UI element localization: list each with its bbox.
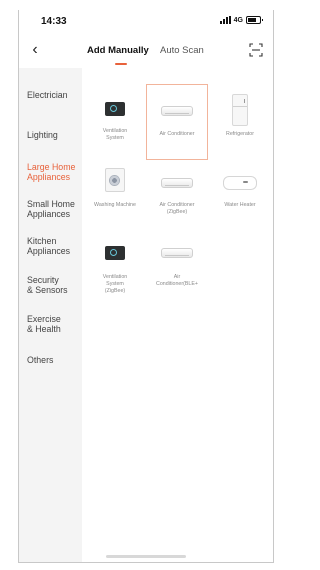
device-label: Water Heater	[224, 202, 256, 208]
sidebar-item-exercise-health[interactable]: Exercise & Health	[27, 314, 82, 334]
status-time: 14:33	[41, 16, 67, 27]
air-conditioner-icon	[161, 106, 193, 116]
device-washing-machine[interactable]: Washing Machine	[84, 164, 146, 224]
tab-auto-scan[interactable]: Auto Scan	[160, 45, 204, 56]
device-refrigerator[interactable]: Refrigerator	[209, 84, 271, 160]
sidebar-item-electrician[interactable]: Electrician	[27, 90, 82, 100]
scan-frame-icon[interactable]	[249, 43, 263, 57]
device-card	[84, 84, 146, 160]
phone-screen: 14:33 4G ‹ Add Manually Auto Scan Electr…	[18, 10, 274, 563]
header: ‹ Add Manually Auto Scan	[19, 34, 273, 68]
sidebar-item-large-home-appliances[interactable]: Large Home Appliances	[27, 162, 82, 182]
device-ventilation-system-zigbee[interactable]: Ventilation System (ZigBee)	[84, 238, 146, 308]
network-label: 4G	[233, 16, 243, 24]
device-label: Air Conditioner (ZigBee)	[159, 202, 195, 215]
device-grid: Ventilation System Air Conditioner Refri…	[82, 68, 273, 562]
category-sidebar: Electrician Lighting Large Home Applianc…	[19, 68, 82, 562]
status-bar: 14:33 4G	[19, 10, 273, 34]
sidebar-item-kitchen-appliances[interactable]: Kitchen Appliances	[27, 236, 82, 256]
device-card-selected	[146, 84, 208, 160]
sidebar-item-security-sensors[interactable]: Security & Sensors	[27, 275, 82, 295]
air-conditioner-icon	[161, 248, 193, 258]
sidebar-item-lighting[interactable]: Lighting	[27, 130, 82, 140]
refrigerator-icon	[232, 94, 248, 126]
device-water-heater[interactable]: Water Heater	[209, 164, 271, 224]
home-indicator[interactable]	[106, 555, 186, 558]
air-conditioner-icon	[161, 178, 193, 188]
device-label: Air Conditioner(BLE+	[156, 274, 198, 287]
sidebar-item-others[interactable]: Others	[27, 355, 82, 365]
ventilation-icon	[105, 246, 125, 260]
status-indicators: 4G	[219, 16, 263, 24]
battery-icon	[246, 16, 263, 24]
ventilation-icon	[105, 102, 125, 116]
water-heater-icon	[223, 176, 257, 190]
device-label: Refrigerator	[226, 131, 254, 137]
device-air-conditioner-zigbee[interactable]: Air Conditioner (ZigBee)	[146, 164, 208, 224]
signal-icon	[219, 16, 231, 24]
device-label: Ventilation System	[102, 128, 128, 141]
device-label: Air Conditioner	[159, 131, 195, 137]
device-air-conditioner[interactable]: Air Conditioner	[146, 84, 208, 160]
washing-machine-icon	[105, 168, 125, 192]
device-label: Ventilation System (ZigBee)	[102, 274, 128, 294]
device-label: Washing Machine	[94, 202, 136, 208]
device-air-conditioner-ble[interactable]: Air Conditioner(BLE+	[146, 238, 208, 308]
device-ventilation-system[interactable]: Ventilation System	[84, 84, 146, 160]
sidebar-item-small-home-appliances[interactable]: Small Home Appliances	[27, 199, 82, 219]
chevron-left-icon[interactable]: ‹	[27, 42, 43, 58]
tab-add-manually[interactable]: Add Manually	[87, 45, 149, 56]
active-tab-indicator	[115, 63, 127, 65]
